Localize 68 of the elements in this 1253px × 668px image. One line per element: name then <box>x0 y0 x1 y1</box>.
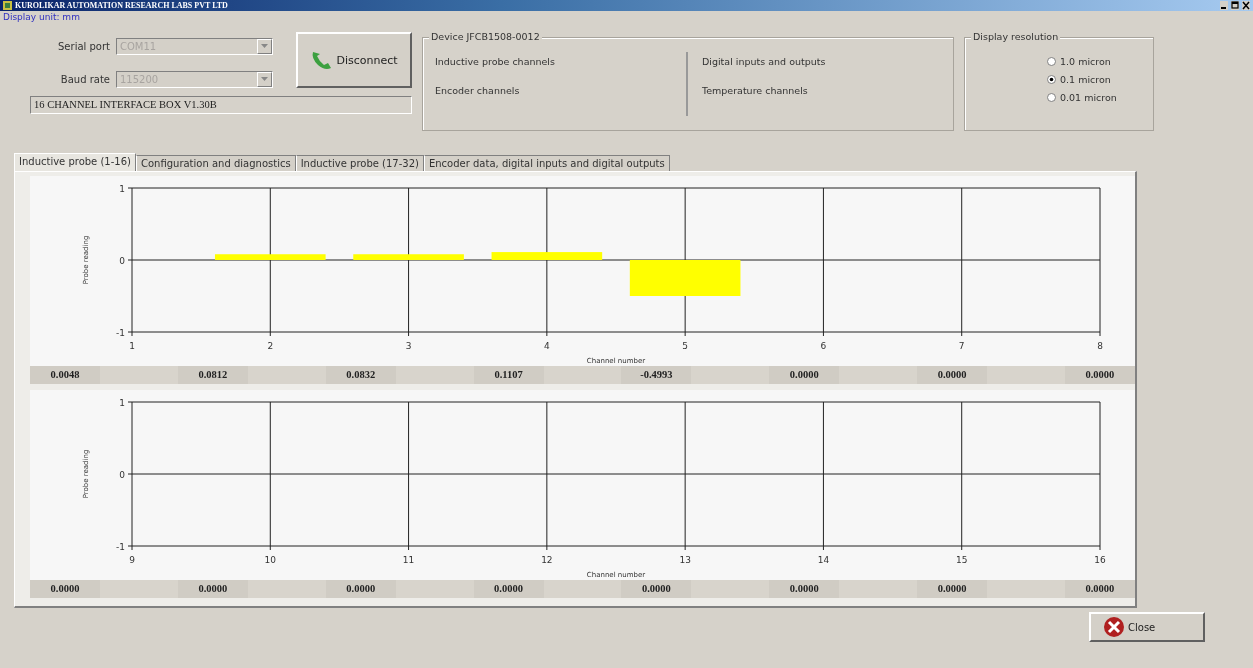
device-label: Inductive probe channels <box>435 56 556 67</box>
axis-tick-label: 11 <box>402 555 415 565</box>
axis-tick-label: -1 <box>116 542 125 552</box>
axis-tick-label: -1 <box>116 328 125 338</box>
reading-value: 0.0048 <box>30 366 100 384</box>
caret-icon <box>261 77 268 82</box>
axis-tick-label: 3 <box>405 341 412 351</box>
axis-tick-label: 0 <box>119 256 125 266</box>
tab[interactable]: Encoder data, digital inputs and digital outputs <box>423 155 670 171</box>
radio-label: 0.01 micron <box>1060 92 1117 103</box>
axis-tick-label: 0 <box>119 470 125 480</box>
reading-value: 0.0000 <box>177 580 248 598</box>
caret-icon <box>261 44 268 49</box>
axis-tick-label: 15 <box>956 555 968 565</box>
close-button[interactable]: Close <box>1089 612 1205 642</box>
axis-tick-label: 12 <box>541 555 553 565</box>
display-unit-label: Display unit: mm <box>2 11 81 23</box>
reading-value: 0.0000 <box>325 580 396 598</box>
axis-tick-label: 8 <box>1097 341 1103 351</box>
radio-button[interactable] <box>1047 57 1056 66</box>
axis-tick-label: 7 <box>958 341 965 351</box>
close-icon <box>1103 616 1125 638</box>
device-label: Encoder channels <box>435 85 521 96</box>
reading-value: -0.4993 <box>621 366 692 384</box>
radio-button[interactable] <box>1047 75 1056 84</box>
axis-tick-label: 2 <box>267 341 274 351</box>
radio-label: 1.0 micron <box>1060 56 1111 67</box>
window-title: KUROLIKAR AUTOMATION RESEARCH LABS PVT LTD <box>15 1 228 10</box>
info-field: 16 CHANNEL INTERFACE BOX V1.30B <box>30 96 412 114</box>
minimize-icon[interactable] <box>1220 1 1228 10</box>
app-icon <box>3 1 12 10</box>
tab[interactable]: Configuration and diagnostics <box>135 155 296 171</box>
maximize-icon[interactable] <box>1231 1 1239 10</box>
reading-value: 0.0000 <box>621 580 692 598</box>
reading-value: 0.0832 <box>325 366 396 384</box>
axis-tick-label: 6 <box>820 341 827 351</box>
axis-tick-label: 16 <box>1094 555 1106 565</box>
axis-tick-label: 14 <box>817 555 830 565</box>
field-label: Serial port <box>57 41 110 52</box>
reading-value: 0.0000 <box>473 580 544 598</box>
close-icon[interactable] <box>1242 1 1250 10</box>
reading-value: 0.0000 <box>917 366 988 384</box>
axis-tick-label: 1 <box>119 398 125 408</box>
tab[interactable]: Inductive probe (1-16) <box>14 153 136 171</box>
group-title: Display resolution <box>971 31 1061 42</box>
reading-value: 0.0000 <box>917 580 988 598</box>
axis-tick-label: 10 <box>264 555 276 565</box>
reading-value: 0.0000 <box>769 366 840 384</box>
group-title: Device JFCB1508-0012 <box>429 31 542 42</box>
device-label: Digital inputs and outputs <box>702 56 827 67</box>
disconnect-button[interactable]: Disconnect <box>296 32 412 88</box>
reading-value: 0.0000 <box>1064 366 1135 384</box>
axis-tick-label: 5 <box>682 341 688 351</box>
axis-tick-label: 13 <box>679 555 691 565</box>
axis-tick-label: 1 <box>129 341 135 351</box>
radio-label: 0.1 micron <box>1060 74 1111 85</box>
reading-value: 0.0000 <box>769 580 840 598</box>
axis-tick-label: 4 <box>544 341 550 351</box>
reading-value: 0.0000 <box>1064 580 1135 598</box>
reading-value: 0.0812 <box>177 366 248 384</box>
axis-tick-label: 9 <box>129 555 135 565</box>
axis-tick-label: 1 <box>119 184 125 194</box>
reading-value: 0.1107 <box>473 366 544 384</box>
device-label: Temperature channels <box>702 85 809 96</box>
tab[interactable]: Inductive probe (17-32) <box>295 155 424 171</box>
radio-button[interactable] <box>1047 93 1056 102</box>
reading-value: 0.0000 <box>30 580 100 598</box>
field-label: Baud rate <box>59 74 110 85</box>
